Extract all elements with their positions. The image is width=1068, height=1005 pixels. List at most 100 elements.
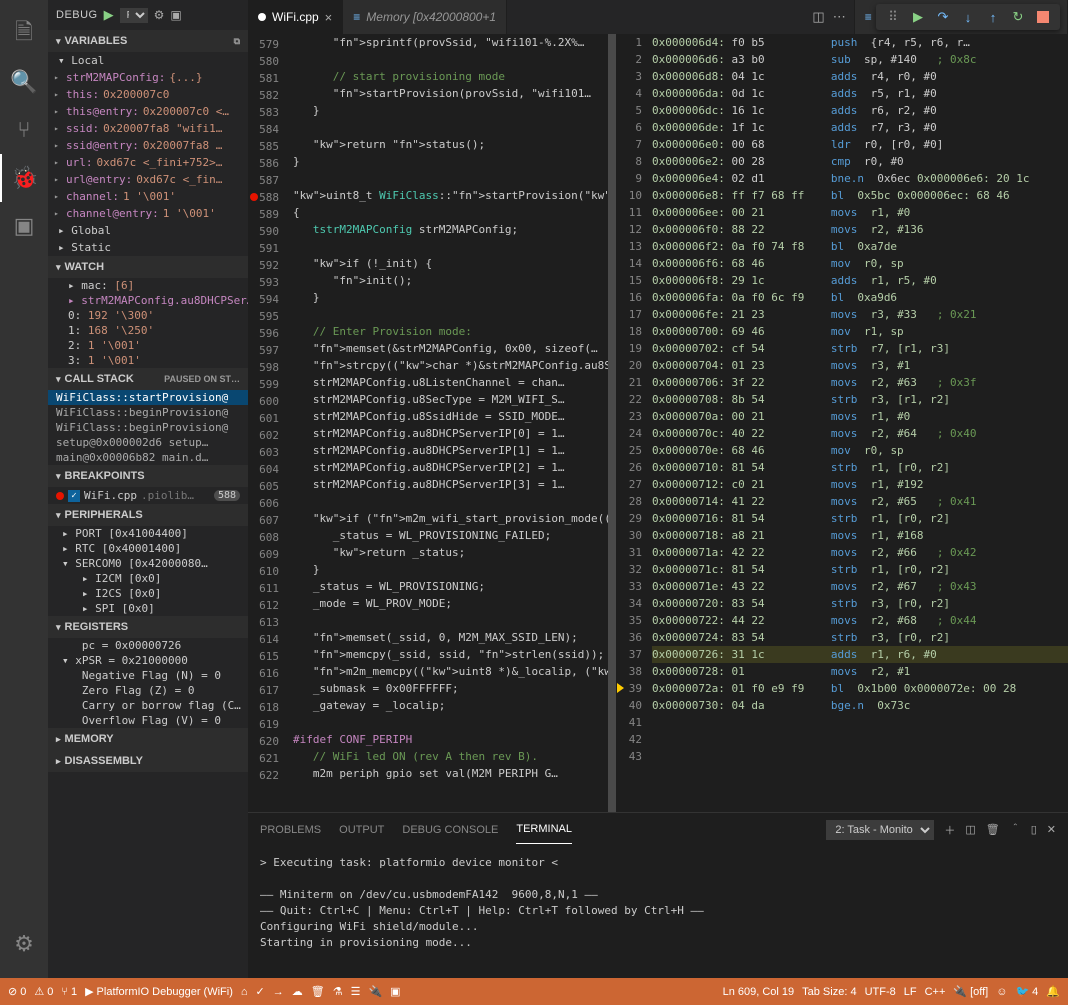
- variables-header[interactable]: ▾VARIABLES ⧉: [48, 30, 248, 52]
- start-debug-button[interactable]: ▶: [104, 7, 114, 23]
- errors-count[interactable]: ⊘ 0: [8, 985, 26, 998]
- code-editor[interactable]: 5795805815825835845855865875885895905915…: [248, 34, 616, 812]
- watch-row[interactable]: 2: 1 '\001': [48, 338, 248, 353]
- explorer-icon[interactable]: 🗎: [0, 10, 48, 58]
- peripheral-row[interactable]: ▸ I2CS [0x0]: [48, 586, 248, 601]
- cursor-position[interactable]: Ln 609, Col 19: [723, 986, 795, 998]
- register-row[interactable]: ▾ xPSR = 0x21000000: [48, 653, 248, 668]
- tab-debug-console[interactable]: DEBUG CONSOLE: [402, 816, 498, 844]
- close-icon[interactable]: ×: [325, 10, 333, 25]
- debug-config-select[interactable]: Pl...: [120, 8, 148, 23]
- variable-row[interactable]: ▸this@entry: 0x200007c0 <…: [48, 103, 248, 120]
- minimap[interactable]: [608, 34, 616, 812]
- variable-row[interactable]: ▸channel@entry: 1 '\001': [48, 205, 248, 222]
- check-icon[interactable]: ✓: [256, 985, 265, 998]
- debug-console-icon[interactable]: ▣: [170, 8, 181, 22]
- code-content[interactable]: "fn">sprintf(provSsid, "wifi101-%.2X%… /…: [293, 34, 616, 812]
- split-editor-icon[interactable]: ◫: [812, 9, 824, 25]
- extensions-icon[interactable]: ▣: [0, 202, 48, 250]
- callstack-frame[interactable]: main@0x00006b82 main.d…: [48, 450, 248, 465]
- drag-handle-icon[interactable]: ⠿: [882, 6, 904, 28]
- watch-row[interactable]: ▸ mac: [6]: [48, 278, 248, 293]
- variable-row[interactable]: ▸ssid: 0x20007fa8 "wifi1…: [48, 120, 248, 137]
- plug-icon[interactable]: 🔌: [368, 985, 382, 998]
- stop-button[interactable]: [1032, 6, 1054, 28]
- step-into-button[interactable]: ↓: [957, 6, 979, 28]
- eol[interactable]: LF: [904, 986, 917, 998]
- gear-icon[interactable]: ⚙: [154, 8, 165, 22]
- encoding[interactable]: UTF-8: [865, 986, 896, 998]
- watch-row[interactable]: ▸ strM2MAPConfig.au8DHCPSer…: [48, 293, 248, 308]
- terminal-select[interactable]: 2: Task - Monito: [826, 820, 934, 840]
- disassembly-header[interactable]: ▸DISASSEMBLY: [48, 750, 248, 772]
- step-out-button[interactable]: ↑: [982, 6, 1004, 28]
- close-panel-icon[interactable]: ✕: [1047, 823, 1056, 836]
- terminal-icon[interactable]: ▣: [390, 985, 400, 998]
- peripheral-row[interactable]: ▸ RTC [0x40001400]: [48, 541, 248, 556]
- restart-button[interactable]: ↻: [1007, 6, 1029, 28]
- peripheral-row[interactable]: ▸ I2CM [0x0]: [48, 571, 248, 586]
- breakpoints-header[interactable]: ▾BREAKPOINTS: [48, 465, 248, 487]
- register-row[interactable]: pc = 0x00000726: [48, 638, 248, 653]
- register-row[interactable]: Overflow Flag (V) = 0: [48, 713, 248, 728]
- continue-button[interactable]: ▶: [907, 6, 929, 28]
- debug-task[interactable]: ▶ PlatformIO Debugger (WiFi): [85, 985, 233, 998]
- variable-row[interactable]: ▸channel: 1 '\001': [48, 188, 248, 205]
- split-terminal-icon[interactable]: ◫: [965, 823, 975, 836]
- callstack-header[interactable]: ▾CALL STACK PAUSED ON ST…: [48, 368, 248, 390]
- git-icon[interactable]: ⑂: [0, 106, 48, 154]
- callstack-frame[interactable]: WiFiClass::startProvision@: [48, 390, 248, 405]
- disassembly-editor[interactable]: 1234567891011121314151617181920212223242…: [616, 34, 1068, 812]
- variable-row[interactable]: ▸strM2MAPConfig: {...}: [48, 69, 248, 86]
- register-row[interactable]: Zero Flag (Z) = 0: [48, 683, 248, 698]
- registers-header[interactable]: ▾REGISTERS: [48, 616, 248, 638]
- tab-terminal[interactable]: TERMINAL: [516, 815, 572, 844]
- variable-row[interactable]: ▸url@entry: 0xd67c <_fin…: [48, 171, 248, 188]
- memory-header[interactable]: ▸MEMORY: [48, 728, 248, 750]
- language-mode[interactable]: C++: [925, 986, 946, 998]
- feedback-icon[interactable]: ☺: [996, 986, 1007, 998]
- peripheral-row[interactable]: ▾ SERCOM0 [0x42000080…: [48, 556, 248, 571]
- search-icon[interactable]: 🔍: [0, 58, 48, 106]
- warnings-count[interactable]: ⚠ 0: [34, 985, 53, 998]
- watch-row[interactable]: 0: 192 '\300': [48, 308, 248, 323]
- more-icon[interactable]: ⋯: [833, 9, 846, 25]
- terminal-output[interactable]: > Executing task: platformio device moni…: [248, 847, 1068, 959]
- peripherals-header[interactable]: ▾PERIPHERALS: [48, 504, 248, 526]
- tab-problems[interactable]: PROBLEMS: [260, 816, 321, 844]
- register-row[interactable]: Negative Flag (N) = 0: [48, 668, 248, 683]
- port-status[interactable]: 🔌 [off]: [953, 985, 988, 998]
- variable-row[interactable]: ▸url: 0xd67c <_fini+752>…: [48, 154, 248, 171]
- asm-content[interactable]: 0x000006d4: f0 b5 push {r4, r5, r6, r… 0…: [652, 34, 1068, 812]
- variable-row[interactable]: ▸ssid@entry: 0x20007fa8 …: [48, 137, 248, 154]
- git-branch[interactable]: ⑂ 1: [61, 986, 77, 998]
- maximize-panel-icon[interactable]: ＾: [1010, 822, 1021, 838]
- watch-row[interactable]: 1: 168 '\250': [48, 323, 248, 338]
- beaker-icon[interactable]: ⚗: [333, 985, 343, 998]
- tab-output[interactable]: OUTPUT: [339, 816, 384, 844]
- global-section[interactable]: ▸ Global: [48, 222, 248, 239]
- trash-icon[interactable]: 🗑: [311, 985, 325, 998]
- new-terminal-icon[interactable]: ＋: [944, 822, 955, 838]
- settings-icon[interactable]: ⚙: [0, 920, 48, 968]
- watch-row[interactable]: 3: 1 '\001': [48, 353, 248, 368]
- breakpoint-checkbox[interactable]: ✓: [68, 490, 80, 502]
- register-row[interactable]: Carry or borrow flag (C…: [48, 698, 248, 713]
- tab-size[interactable]: Tab Size: 4: [802, 986, 856, 998]
- tasks-icon[interactable]: ☰: [351, 985, 361, 998]
- peripheral-row[interactable]: ▸ SPI [0x0]: [48, 601, 248, 616]
- tab-wifi-cpp[interactable]: WiFi.cpp ×: [248, 0, 343, 34]
- bell-icon[interactable]: 🔔: [1046, 985, 1060, 998]
- tweet-count[interactable]: 🐦 4: [1015, 985, 1038, 998]
- toggle-panel-icon[interactable]: ▯: [1031, 823, 1037, 836]
- upload-icon[interactable]: →: [273, 986, 284, 998]
- callstack-frame[interactable]: WiFiClass::beginProvision@: [48, 405, 248, 420]
- step-over-button[interactable]: ↷: [932, 6, 954, 28]
- peripheral-row[interactable]: ▸ PORT [0x41004400]: [48, 526, 248, 541]
- tab-memory[interactable]: ≡ Memory [0x42000800+1: [343, 0, 507, 34]
- callstack-frame[interactable]: WiFiClass::beginProvision@: [48, 420, 248, 435]
- local-section[interactable]: ▾ Local: [48, 52, 248, 69]
- variable-row[interactable]: ▸this: 0x200007c0: [48, 86, 248, 103]
- callstack-frame[interactable]: setup@0x000002d6 setup…: [48, 435, 248, 450]
- kill-terminal-icon[interactable]: 🗑: [986, 823, 1000, 836]
